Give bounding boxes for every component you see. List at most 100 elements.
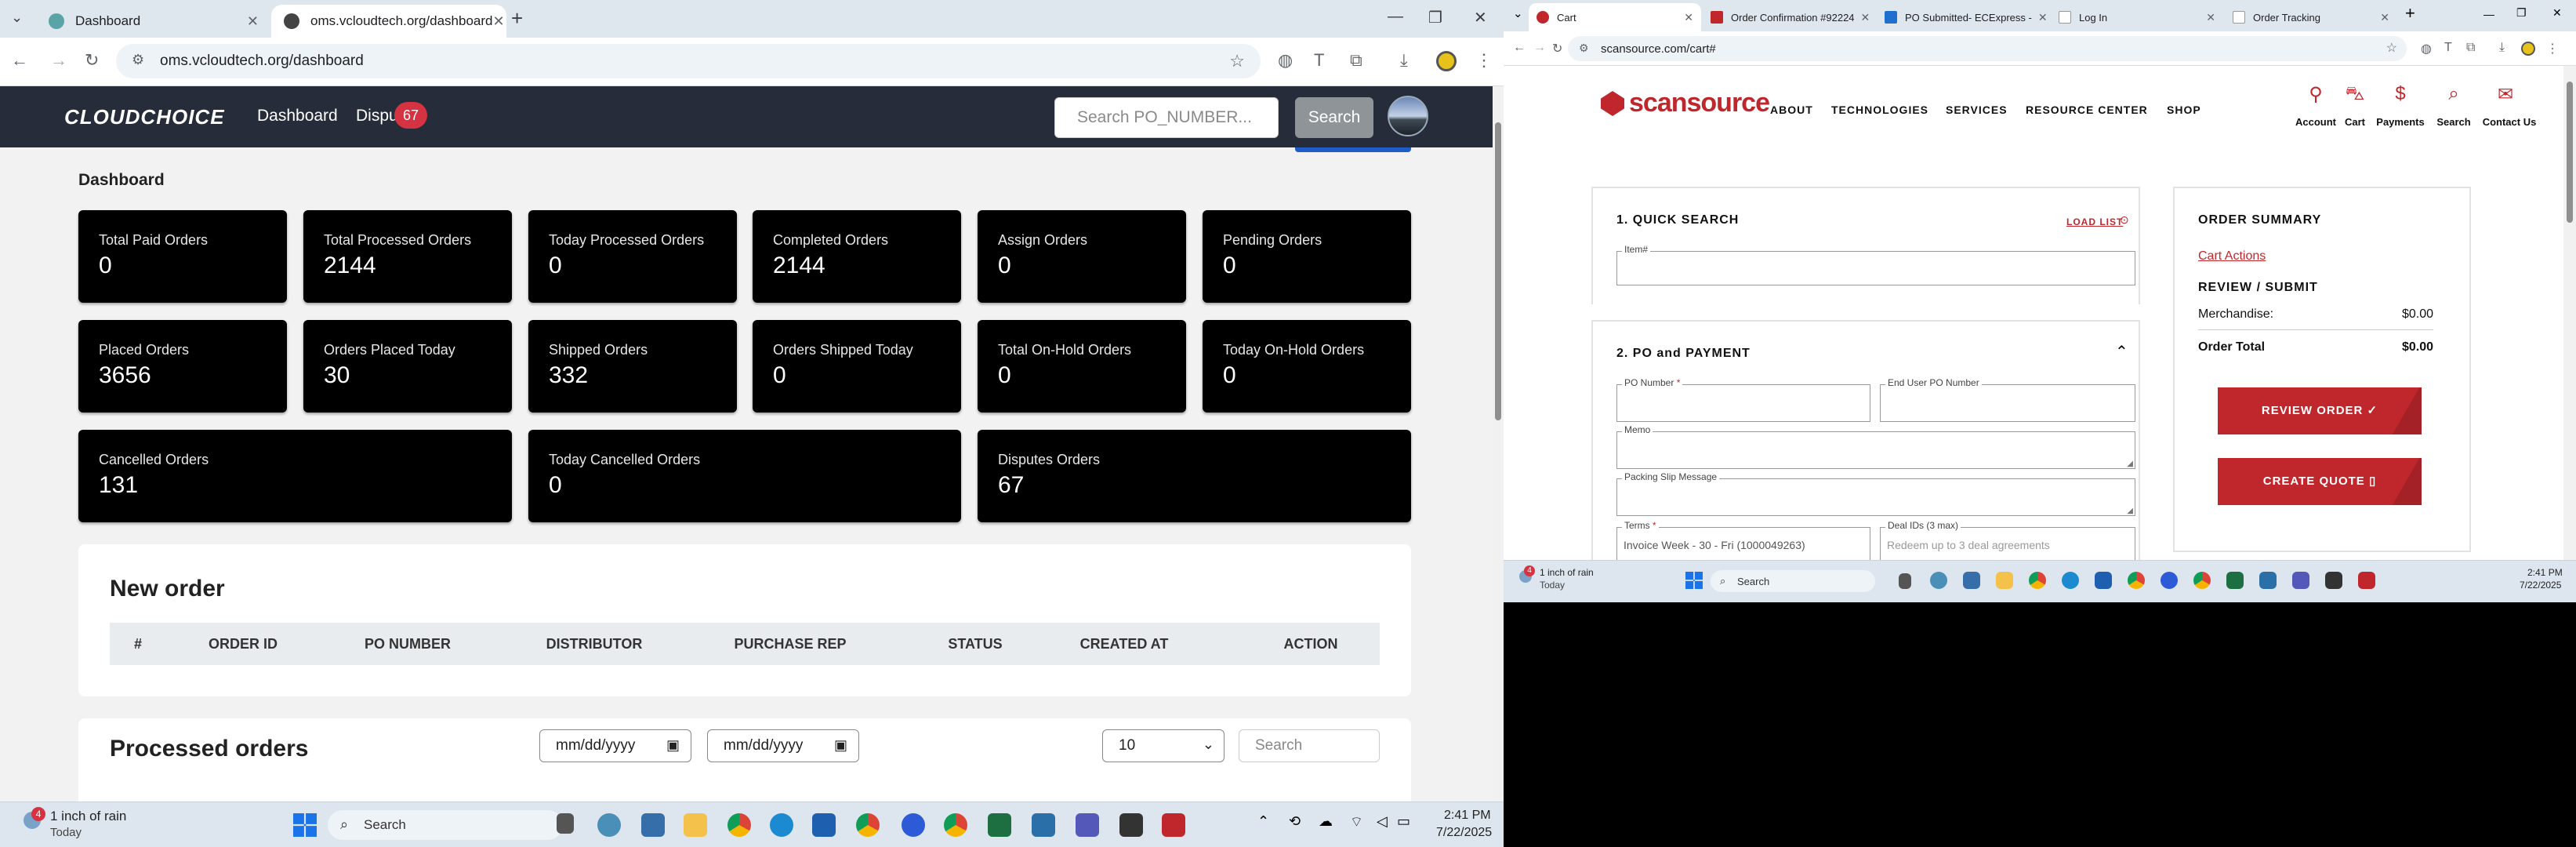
clock-date[interactable]: 7/22/2025 <box>1436 826 1492 840</box>
stat-card-total-processed[interactable]: Total Processed Orders 2144 <box>303 210 512 303</box>
address-bar[interactable]: ⚙ oms.vcloudtech.org/dashboard ☆ <box>116 44 1261 78</box>
po-search-input[interactable]: Search PO_NUMBER... <box>1054 97 1279 138</box>
excel-app-icon[interactable] <box>2226 572 2244 589</box>
reload-icon[interactable]: ↻ <box>1552 41 1562 56</box>
bookmark-star-icon[interactable]: ☆ <box>2386 40 2397 56</box>
calendar-icon[interactable]: ▣ <box>666 737 680 754</box>
create-quote-button[interactable]: CREATE QUOTE ▯ <box>2218 458 2422 505</box>
cart-icon[interactable]: ⛍ <box>2331 83 2378 107</box>
packing-slip-textarea[interactable]: Packing Slip Message ◢ <box>1616 471 2135 516</box>
chrome-app-icon[interactable] <box>727 813 751 837</box>
chrome2-app-icon[interactable] <box>2128 572 2145 589</box>
close-window-icon[interactable]: ✕ <box>1474 8 1487 27</box>
tab-order-confirmation[interactable]: Order Confirmation #92224 ✕ <box>1703 3 1875 31</box>
column-header[interactable]: CREATED AT <box>1080 636 1169 653</box>
clock-time[interactable]: 2:41 PM <box>1444 809 1491 823</box>
tab-oms-dashboard[interactable]: oms.vcloudtech.org/dashboard ✕ <box>271 5 506 38</box>
contact-label[interactable]: Contact Us <box>2478 116 2541 128</box>
close-icon[interactable]: ✕ <box>1855 11 1870 24</box>
nav-dashboard[interactable]: Dashboard <box>257 107 338 125</box>
puzzle-icon[interactable]: ⧉ <box>1350 50 1362 71</box>
stat-card-total-paid[interactable]: Total Paid Orders 0 <box>78 210 287 303</box>
page-scrollbar[interactable] <box>1493 86 1504 802</box>
stat-card-placed[interactable]: Placed Orders 3656 <box>78 320 287 413</box>
brand-logo[interactable]: CLOUDCHOICE <box>64 105 225 129</box>
minimize-icon[interactable]: — <box>1388 8 1403 26</box>
reader-icon[interactable]: T <box>1314 50 1324 71</box>
stat-card-cancelled[interactable]: Cancelled Orders 131 <box>78 430 512 522</box>
tab-cart[interactable]: Cart ✕ <box>1529 3 1701 31</box>
date-to-input[interactable]: mm/dd/yyyy ▣ <box>707 729 859 762</box>
nav-shop[interactable]: SHOP <box>2167 104 2201 116</box>
stat-card-today-on-hold[interactable]: Today On-Hold Orders 0 <box>1203 320 1411 413</box>
calculator-app-icon[interactable] <box>641 813 665 837</box>
tray-sync-icon[interactable]: ⟲ <box>1289 813 1301 830</box>
reader-icon[interactable]: T <box>2444 41 2452 55</box>
edge2-app-icon[interactable] <box>770 813 793 837</box>
download-icon[interactable]: ⤓ <box>2499 41 2505 55</box>
avatar[interactable] <box>1388 96 1428 136</box>
profile-icon[interactable] <box>2521 42 2535 56</box>
column-header[interactable]: PO NUMBER <box>365 636 451 653</box>
column-header[interactable]: PURCHASE REP <box>734 636 846 653</box>
menu-icon[interactable]: ⋮ <box>1475 50 1493 71</box>
load-list-link[interactable]: LOAD LIST <box>2066 216 2123 227</box>
nav-about[interactable]: ABOUT <box>1770 104 1813 116</box>
battery-icon[interactable]: ▭ <box>1397 813 1410 830</box>
chrome2-app-icon[interactable] <box>856 813 880 837</box>
payments-label[interactable]: Payments <box>2373 116 2428 128</box>
scrollbar-thumb[interactable] <box>2567 82 2573 223</box>
stat-card-on-hold[interactable]: Total On-Hold Orders 0 <box>978 320 1186 413</box>
address-bar[interactable]: ⚙ scansource.com/cart# ☆ <box>1568 36 2407 61</box>
taskbar-search[interactable]: ⌕ Search <box>1711 570 1875 592</box>
teams-app-icon[interactable] <box>2292 572 2309 589</box>
new-tab-icon[interactable]: + <box>2405 3 2415 24</box>
search-button[interactable]: Search <box>1295 97 1373 138</box>
folder-app-icon[interactable] <box>684 813 707 837</box>
edge-app-icon[interactable] <box>597 813 621 837</box>
notes-app-icon[interactable] <box>1119 813 1143 837</box>
clock-date[interactable]: 7/22/2025 <box>2520 580 2561 591</box>
acrobat-app-icon[interactable] <box>1162 813 1185 837</box>
download-icon[interactable]: ⤓ <box>1400 50 1408 71</box>
forward-icon[interactable]: → <box>1533 41 1546 55</box>
contact-icon[interactable]: ✉ <box>2482 83 2529 106</box>
close-icon[interactable]: ✕ <box>2200 11 2215 24</box>
back-icon[interactable]: ← <box>1513 41 1526 55</box>
teams-app-icon[interactable] <box>1076 813 1099 837</box>
back-icon[interactable]: ← <box>11 50 28 71</box>
acrobat-app-icon[interactable] <box>2358 572 2375 589</box>
payments-icon[interactable]: $ <box>2377 83 2424 105</box>
excel-app-icon[interactable] <box>988 813 1011 837</box>
column-header[interactable]: # <box>134 636 142 653</box>
close-icon[interactable]: ✕ <box>2032 11 2048 24</box>
zoom-app-icon[interactable] <box>2161 572 2178 589</box>
stat-card-placed-today[interactable]: Orders Placed Today 30 <box>303 320 512 413</box>
stat-card-shipped[interactable]: Shipped Orders 332 <box>528 320 737 413</box>
clock-time[interactable]: 2:41 PM <box>2527 567 2563 578</box>
folder-app-icon[interactable] <box>1996 572 2013 589</box>
close-icon[interactable]: ✕ <box>492 13 504 30</box>
date-from-input[interactable]: mm/dd/yyyy ▣ <box>539 729 691 762</box>
end-user-po-input[interactable]: End User PO Number <box>1880 377 2135 422</box>
po-number-input[interactable]: PO Number * <box>1616 377 1870 422</box>
search-icon[interactable]: ⌕ <box>2430 83 2477 105</box>
stat-card-completed[interactable]: Completed Orders 2144 <box>753 210 961 303</box>
item-number-input[interactable]: Item# <box>1616 244 2135 285</box>
page-scrollbar[interactable] <box>2563 66 2576 560</box>
column-header[interactable]: DISTRIBUTOR <box>546 636 643 653</box>
notes-app-icon[interactable] <box>2325 572 2342 589</box>
weather-text[interactable]: 1 inch of rain <box>1540 567 1594 578</box>
stat-card-shipped-today[interactable]: Orders Shipped Today 0 <box>753 320 961 413</box>
chrome-app-icon[interactable] <box>2029 572 2046 589</box>
stat-card-pending[interactable]: Pending Orders 0 <box>1203 210 1411 303</box>
close-icon[interactable]: ✕ <box>247 13 259 30</box>
deal-ids-input[interactable]: Deal IDs (3 max) Redeem up to 3 deal agre… <box>1880 520 2135 560</box>
tab-search-icon[interactable]: ⌄ <box>1513 6 1523 20</box>
outlook-app-icon[interactable] <box>812 813 836 837</box>
nav-disputes[interactable]: Dispu <box>356 107 398 125</box>
review-order-button[interactable]: REVIEW ORDER ✓ <box>2218 387 2422 434</box>
menu-icon[interactable]: ⋮ <box>2546 41 2559 56</box>
new-tab-icon[interactable]: + <box>511 6 523 31</box>
close-window-icon[interactable]: ✕ <box>2552 6 2562 20</box>
